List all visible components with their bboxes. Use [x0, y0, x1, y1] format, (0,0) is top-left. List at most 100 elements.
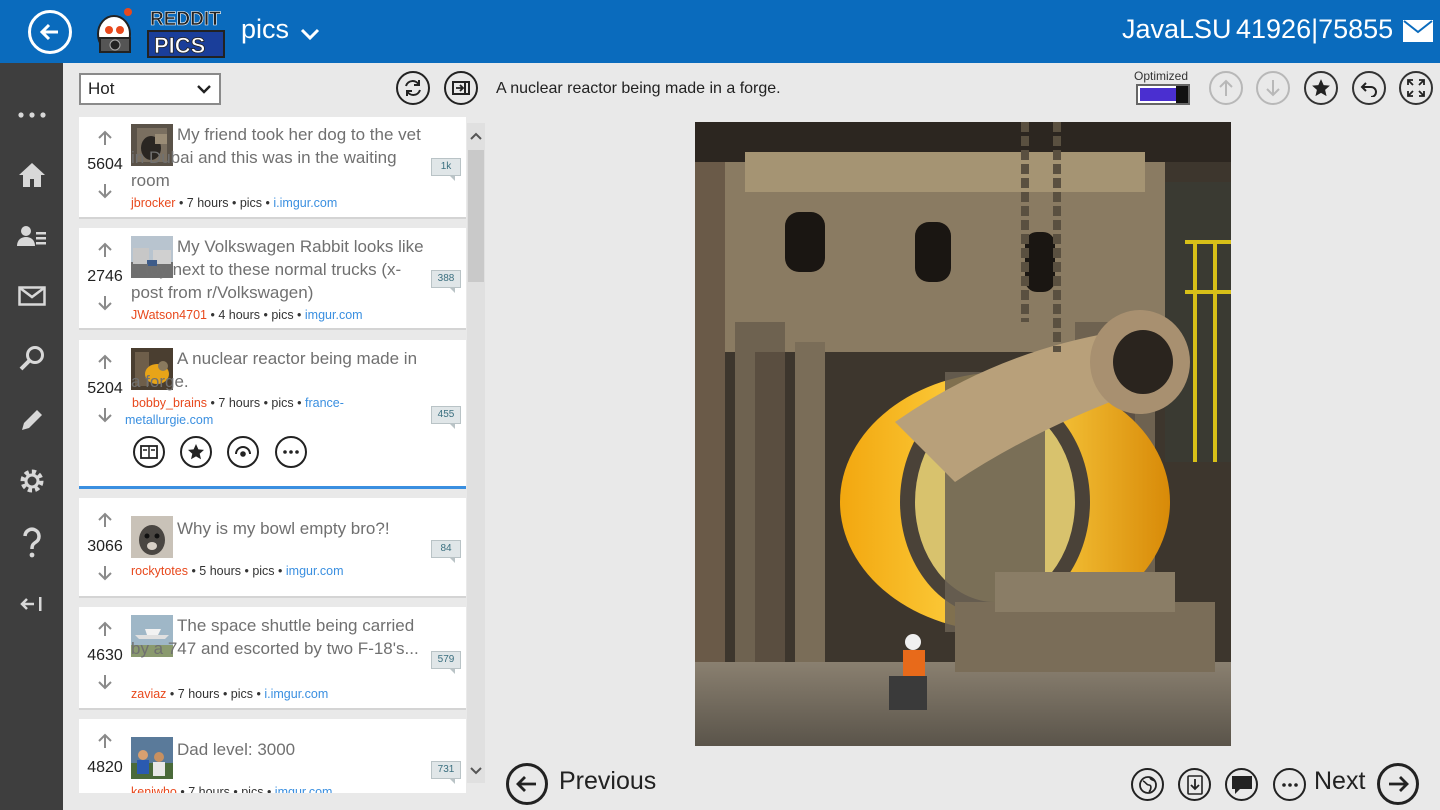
chevron-down-icon[interactable]: [298, 22, 322, 46]
comments-badge[interactable]: 731: [431, 761, 461, 784]
refresh-button[interactable]: [396, 71, 430, 105]
username[interactable]: JavaLSU: [1122, 14, 1232, 45]
upvote-icon[interactable]: [97, 621, 113, 637]
upvote-icon[interactable]: [97, 512, 113, 528]
view-mode-button[interactable]: [444, 71, 478, 105]
post-author[interactable]: zaviaz: [131, 687, 166, 701]
next-button[interactable]: [1377, 763, 1419, 805]
more-button[interactable]: [0, 90, 63, 140]
more-actions-button[interactable]: [275, 436, 307, 468]
comments-badge[interactable]: 1k: [431, 158, 461, 181]
settings-button[interactable]: [0, 456, 63, 506]
post-meta: jbrocker • 7 hours • pics • i.imgur.com: [131, 196, 338, 210]
previous-button[interactable]: [506, 763, 548, 805]
downvote-icon[interactable]: [97, 565, 113, 581]
post-score: 2746: [87, 268, 123, 285]
post-domain[interactable]: imgur.com: [286, 564, 344, 578]
post-title[interactable]: The space shuttle being carried by a 747…: [131, 614, 431, 660]
post-author[interactable]: rockytotes: [131, 564, 188, 578]
post-author[interactable]: bobby_brains: [132, 396, 207, 410]
post-subreddit[interactable]: pics: [241, 785, 263, 793]
scrollbar-thumb[interactable]: [468, 150, 484, 282]
downvote-icon[interactable]: [97, 295, 113, 311]
upvote-button[interactable]: [1209, 71, 1243, 105]
comments-count: 579: [431, 651, 461, 669]
post-time: 7 hours: [218, 396, 261, 410]
inbox-button[interactable]: [0, 271, 63, 321]
post-subreddit[interactable]: pics: [231, 687, 253, 701]
optimized-label: Optimized: [1134, 69, 1189, 83]
help-button[interactable]: [0, 518, 63, 568]
post-author[interactable]: kenjwho: [131, 785, 177, 793]
upvote-icon[interactable]: [97, 733, 113, 749]
post-subreddit[interactable]: pics: [252, 564, 274, 578]
list-item[interactable]: 4820 Dad level: 3000 kenjwho • 7 hours •…: [79, 719, 466, 793]
post-title[interactable]: Dad level: 3000: [131, 738, 431, 761]
back-button[interactable]: [28, 10, 72, 54]
downvote-icon[interactable]: [97, 674, 113, 690]
post-title[interactable]: Why is my bowl empty bro?!: [131, 517, 431, 540]
post-domain[interactable]: i.imgur.com: [273, 196, 337, 210]
fullscreen-button[interactable]: [1399, 71, 1433, 105]
gear-icon: [20, 469, 43, 493]
post-domain[interactable]: i.imgur.com: [264, 687, 328, 701]
scroll-up-icon[interactable]: [469, 130, 483, 142]
favorite-button[interactable]: [1304, 71, 1338, 105]
comments-count: 455: [431, 406, 461, 424]
open-browser-button[interactable]: [1131, 768, 1164, 801]
post-subreddit[interactable]: pics: [271, 396, 293, 410]
home-button[interactable]: [0, 150, 63, 200]
favorite-button[interactable]: [180, 436, 212, 468]
collapse-icon: [19, 597, 41, 611]
collapse-button[interactable]: [0, 579, 63, 629]
upvote-icon[interactable]: [97, 242, 113, 258]
comments-button[interactable]: [1225, 768, 1258, 801]
comments-badge[interactable]: 388: [431, 270, 461, 293]
post-domain[interactable]: imgur.com: [305, 308, 363, 322]
post-author[interactable]: JWatson4701: [131, 308, 207, 322]
comments-count: 731: [431, 761, 461, 779]
comments-count: 84: [431, 540, 461, 558]
post-subreddit[interactable]: pics: [240, 196, 262, 210]
more-options-button[interactable]: [1273, 768, 1306, 801]
search-button[interactable]: [0, 333, 63, 383]
chevron-down-icon: [197, 85, 211, 94]
post-title[interactable]: My friend took her dog to the vet in Dub…: [131, 123, 431, 192]
profile-button[interactable]: [0, 211, 63, 261]
next-label[interactable]: Next: [1314, 767, 1365, 796]
downvote-icon[interactable]: [97, 183, 113, 199]
post-title[interactable]: A nuclear reactor being made in a forge.: [131, 347, 431, 393]
compose-button[interactable]: [0, 395, 63, 445]
scroll-down-icon[interactable]: [469, 765, 483, 777]
list-item[interactable]: 4630 The space shuttle being carried by …: [79, 607, 466, 710]
list-item[interactable]: 2746 My Volkswagen Rabbit looks like a t…: [79, 228, 466, 330]
comments-badge[interactable]: 455: [431, 406, 461, 429]
post-author[interactable]: jbrocker: [131, 196, 175, 210]
post-subreddit[interactable]: pics: [271, 308, 293, 322]
post-image[interactable]: [695, 122, 1231, 746]
list-item[interactable]: 3066 Why is my bowl empty bro?! rockytot…: [79, 498, 466, 598]
downvote-button[interactable]: [1256, 71, 1290, 105]
comments-badge[interactable]: 579: [431, 651, 461, 674]
list-item[interactable]: 5604 My friend took her dog to the vet i…: [79, 117, 466, 219]
reader-button[interactable]: [133, 436, 165, 468]
post-domain[interactable]: imgur.com: [275, 785, 333, 793]
downvote-icon[interactable]: [97, 407, 113, 423]
svg-text:REDDIT: REDDIT: [150, 9, 221, 30]
arrow-down-icon: [1266, 80, 1280, 97]
hide-button[interactable]: [227, 436, 259, 468]
post-title[interactable]: My Volkswagen Rabbit looks like a toy ne…: [131, 235, 431, 304]
sort-dropdown[interactable]: Hot: [79, 73, 221, 105]
share-button[interactable]: [1352, 71, 1386, 105]
comments-badge[interactable]: 84: [431, 540, 461, 563]
list-item-selected[interactable]: 5204 A nuclear reactor being made in a f…: [79, 340, 466, 486]
optimized-toggle[interactable]: [1136, 84, 1190, 105]
upvote-icon[interactable]: [97, 354, 113, 370]
more-icon: [1281, 782, 1298, 787]
mail-icon[interactable]: [1403, 20, 1433, 42]
subreddit-title[interactable]: pics: [241, 14, 289, 45]
download-button[interactable]: [1178, 768, 1211, 801]
upvote-icon[interactable]: [97, 130, 113, 146]
post-meta: bobby_brains • 7 hours • pics • france-m…: [125, 396, 344, 427]
previous-label[interactable]: Previous: [559, 767, 656, 796]
